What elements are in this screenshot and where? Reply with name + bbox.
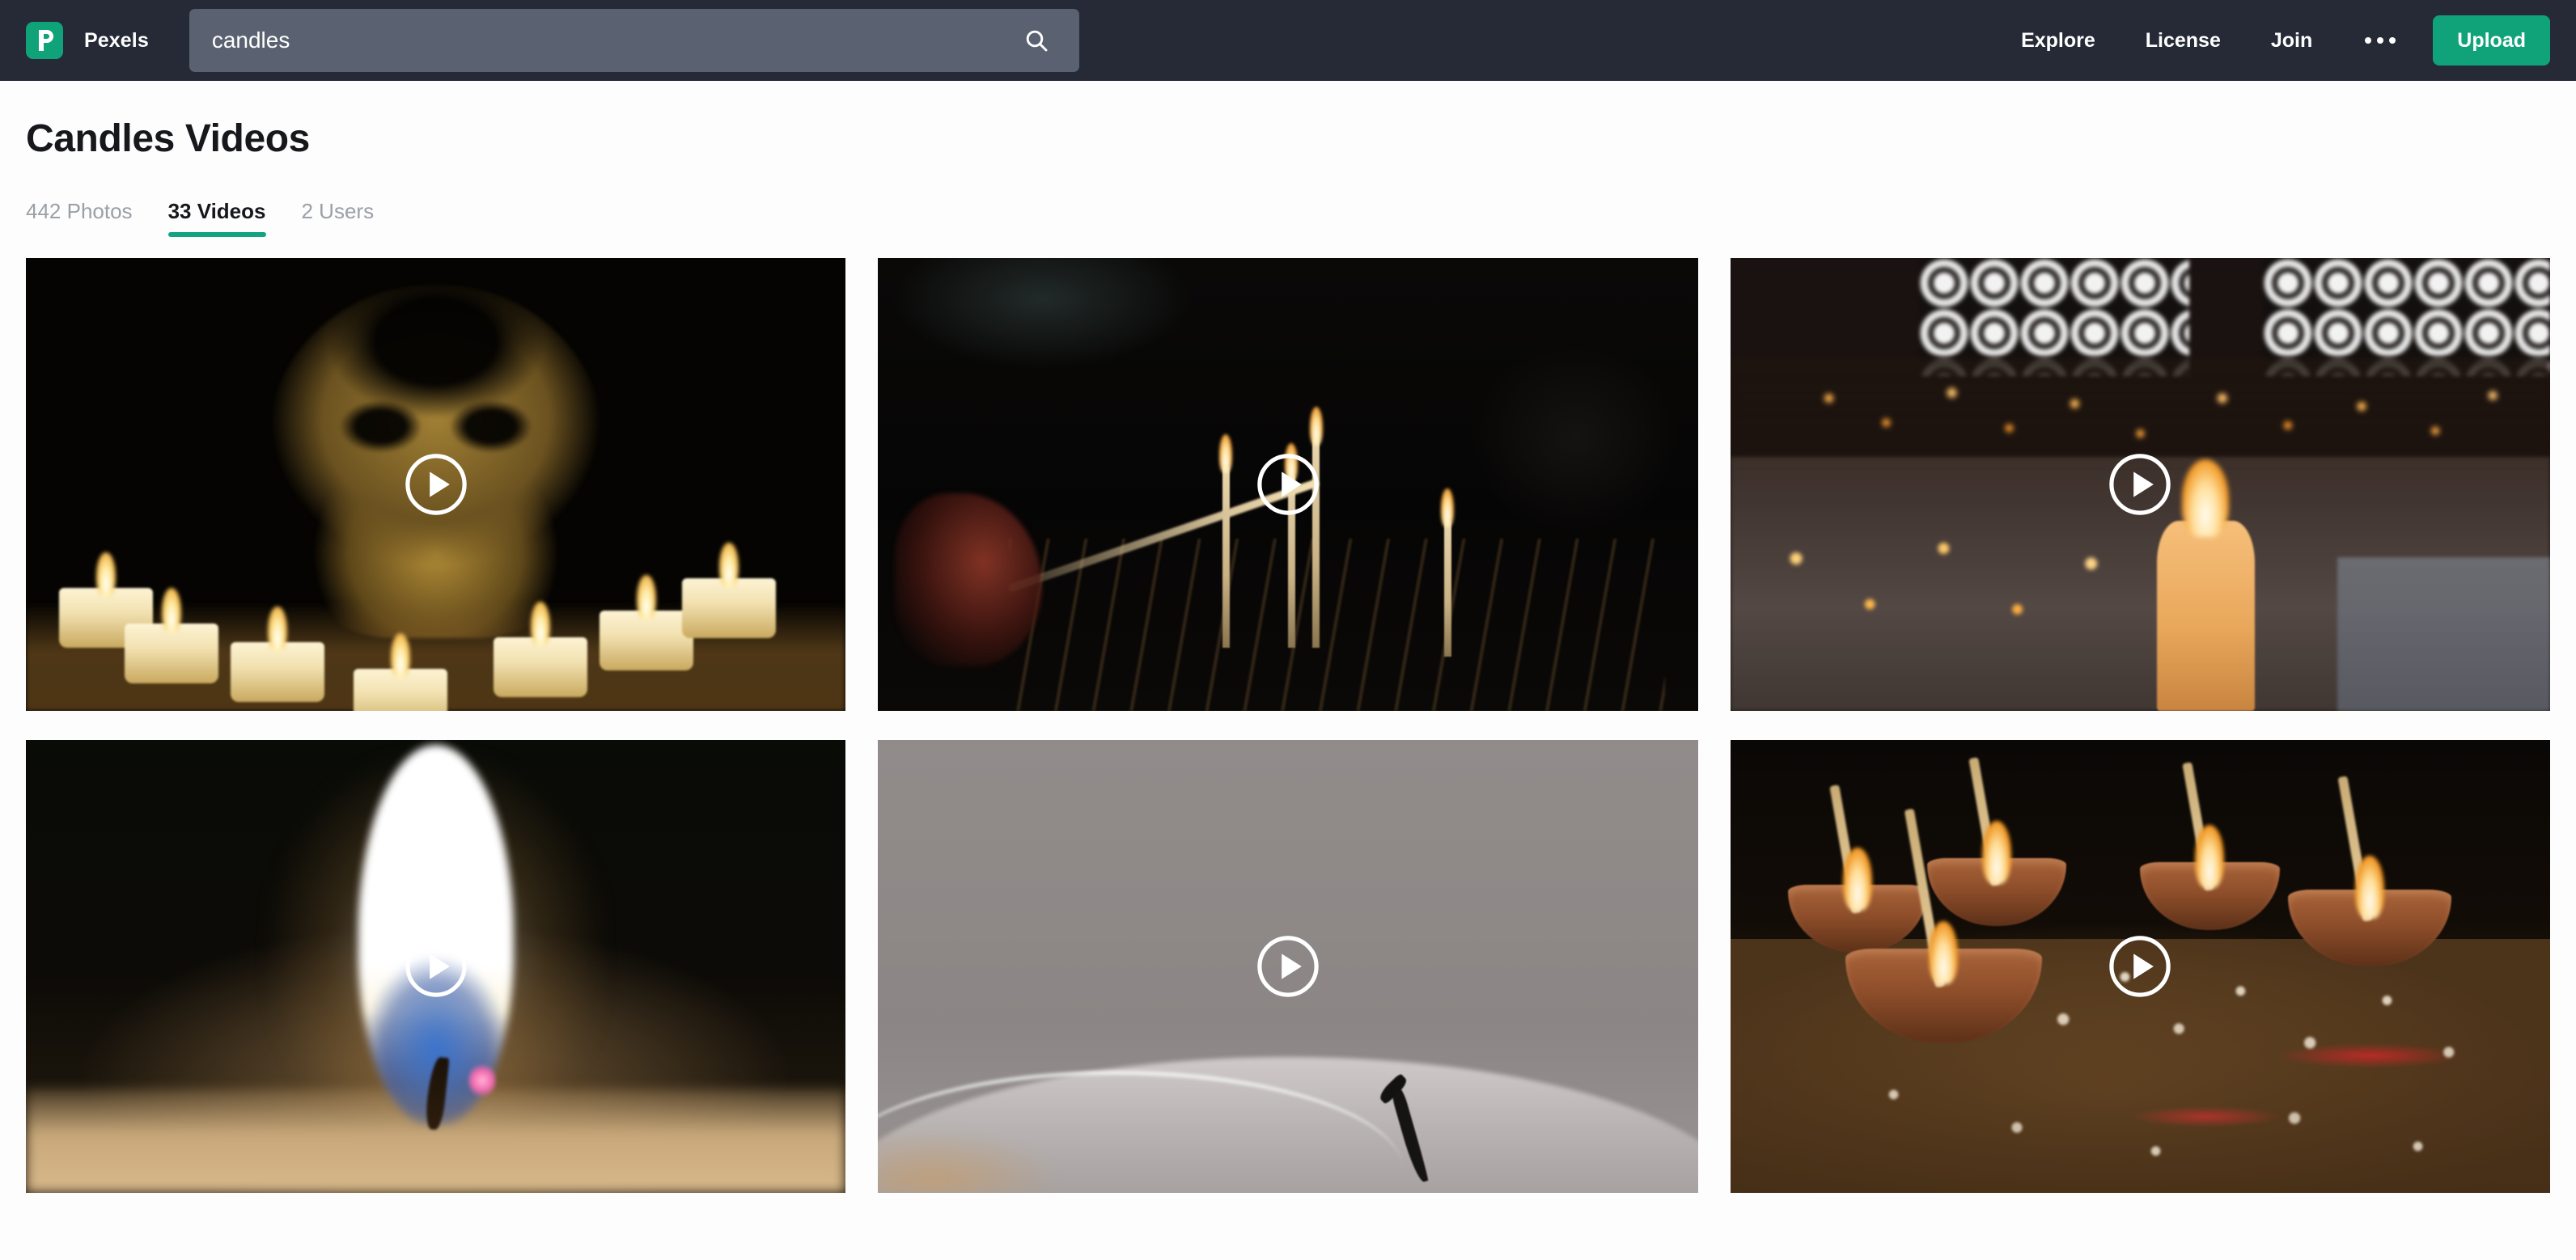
site-header: Pexels Explore License Join Upload xyxy=(0,0,2576,81)
taper-candle xyxy=(1443,520,1451,657)
video-result-card[interactable] xyxy=(26,258,846,711)
video-thumbnail-extinguished-candle xyxy=(878,740,1698,1193)
nav-item-license[interactable]: License xyxy=(2121,0,2246,81)
right-wall xyxy=(2337,556,2550,711)
tealight-candle xyxy=(124,624,218,684)
tealight-candle xyxy=(493,637,587,698)
search-icon xyxy=(1026,30,1048,52)
brand-name: Pexels xyxy=(84,28,149,52)
video-thumbnail-macro-flame xyxy=(26,740,846,1193)
search-input[interactable] xyxy=(211,27,1018,53)
skull-shape xyxy=(263,285,608,639)
ellipsis-icon-dot-1 xyxy=(2365,37,2372,44)
nav-item-explore[interactable]: Explore xyxy=(1996,0,2121,81)
page-title: Candles Videos xyxy=(26,117,310,160)
search-submit-button[interactable] xyxy=(1018,22,1055,59)
video-thumbnail-diya-lamps xyxy=(1730,740,2550,1193)
tealight-candle xyxy=(681,578,776,639)
video-thumbnail-memorial-vigil xyxy=(1730,258,2550,711)
tab-photos[interactable]: 442 Photos xyxy=(26,199,133,237)
tealight-candle xyxy=(600,610,694,670)
taper-candle xyxy=(1312,439,1320,648)
foreground-candle xyxy=(2156,520,2256,711)
search-bar[interactable] xyxy=(189,9,1079,72)
candle-rack xyxy=(1009,539,1666,711)
brand-home-link[interactable]: Pexels xyxy=(26,22,149,59)
video-results-grid xyxy=(26,258,2550,1193)
warm-corner-glow xyxy=(878,1129,1059,1193)
tab-users[interactable]: 2 Users xyxy=(302,199,375,237)
video-thumbnail-church-tapers xyxy=(878,258,1698,711)
page-body: Candles Videos 442 Photos 33 Videos 2 Us… xyxy=(0,116,2576,1193)
upload-button[interactable]: Upload xyxy=(2433,15,2550,66)
video-result-card[interactable] xyxy=(1730,258,2550,711)
more-menu-button[interactable] xyxy=(2337,0,2423,81)
tab-videos[interactable]: 33 Videos xyxy=(167,199,266,237)
video-result-card[interactable] xyxy=(878,740,1698,1193)
nav-item-join[interactable]: Join xyxy=(2246,0,2337,81)
taper-candle xyxy=(1222,466,1230,648)
ellipsis-icon-dot-3 xyxy=(2389,37,2396,44)
taper-candle xyxy=(1287,475,1295,648)
primary-nav: Explore License Join Upload xyxy=(1996,0,2550,81)
pexels-logo-icon[interactable] xyxy=(26,22,63,59)
tealight-candle xyxy=(354,669,448,711)
video-result-card[interactable] xyxy=(1730,740,2550,1193)
video-result-card[interactable] xyxy=(26,740,846,1193)
result-type-tabs: 442 Photos 33 Videos 2 Users xyxy=(26,192,2550,237)
video-thumbnail-skull-candles xyxy=(26,258,846,711)
tealight-candle xyxy=(231,641,325,702)
video-result-card[interactable] xyxy=(878,258,1698,711)
ellipsis-icon-dot-2 xyxy=(2377,37,2384,44)
